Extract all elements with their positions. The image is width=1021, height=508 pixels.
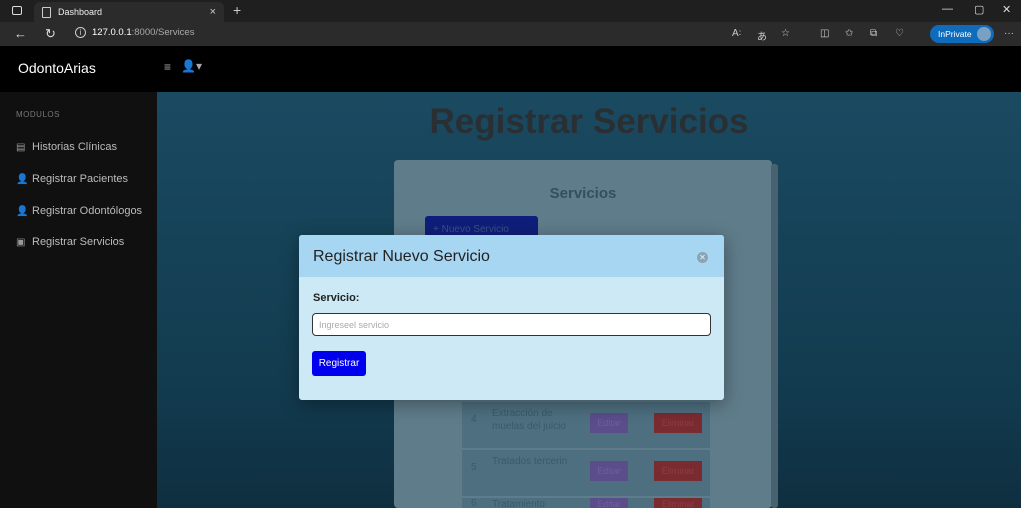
browser-tab-title: Dashboard: [58, 7, 103, 17]
book-icon: ▤: [16, 141, 26, 153]
modal-title: Registrar Nuevo Servicio: [313, 248, 490, 265]
user-plus-icon: 👤: [16, 205, 29, 217]
tab-close-icon[interactable]: ×: [210, 6, 216, 18]
back-icon[interactable]: ←: [14, 26, 27, 41]
url-host: 127.0.0.1: [92, 27, 132, 38]
translate-icon[interactable]: あ: [757, 28, 767, 43]
row-number: 4: [471, 414, 477, 425]
close-icon[interactable]: ✕: [697, 252, 708, 263]
clipboard-icon: ▣: [16, 236, 26, 248]
row-service-name: Tratados tercerin: [492, 456, 568, 467]
sidebar-item-label: Registrar Odontólogos: [32, 205, 143, 217]
row-service-name: Extracción de muelas del juicio: [492, 408, 566, 432]
card-scrollbar[interactable]: [771, 164, 778, 508]
minimize-icon[interactable]: —: [942, 3, 953, 15]
table-row: 4 Extracción de muelas del juicio Editar…: [462, 402, 710, 448]
collections-icon[interactable]: ⧉: [870, 28, 877, 39]
favorites-icon[interactable]: ✩: [845, 28, 853, 39]
user-plus-icon: 👤: [16, 173, 29, 185]
row-number: 5: [471, 462, 477, 473]
browser-tab-bar: Dashboard × + — ▢ ✕: [0, 0, 1021, 22]
user-dropdown-icon[interactable]: 👤▾: [181, 59, 202, 73]
brand-logo[interactable]: OdontoArias: [18, 60, 96, 76]
sidebar: MODULOS ▤ Historias Clínicas 👤 Registrar…: [0, 92, 157, 508]
read-aloud-icon[interactable]: A꞉: [732, 28, 741, 39]
table-row: 6 Tratamiento Editar Eliminar: [462, 498, 710, 508]
menu-toggle-icon[interactable]: ≡: [164, 60, 171, 74]
restore-icon[interactable]: ▢: [974, 3, 984, 16]
inprivate-badge[interactable]: InPrivate: [930, 25, 994, 43]
sidebar-item-label: Historias Clínicas: [32, 141, 117, 153]
sidebar-item-servicios[interactable]: ▣ Registrar Servicios: [16, 236, 124, 248]
delete-button[interactable]: Eliminar: [654, 498, 702, 508]
tab-actions-icon[interactable]: [12, 6, 22, 15]
page-title: Registrar Servicios: [429, 102, 749, 141]
address-bar-row: ← ↻ i 127.0.0.1 :8000/Services A꞉ あ ☆ ◫ …: [0, 22, 1021, 46]
service-field-label: Servicio:: [313, 292, 360, 304]
row-number: 6: [471, 498, 477, 508]
browser-essentials-icon[interactable]: ♡: [895, 28, 904, 39]
register-button[interactable]: Registrar: [312, 351, 366, 376]
page-icon: [42, 6, 51, 18]
site-info-icon[interactable]: i: [75, 27, 86, 38]
sidebar-item-historias[interactable]: ▤ Historias Clínicas: [16, 141, 117, 153]
sidebar-item-pacientes[interactable]: 👤 Registrar Pacientes: [16, 173, 128, 185]
new-tab-button[interactable]: +: [233, 2, 241, 18]
window-close-icon[interactable]: ✕: [1002, 3, 1011, 16]
delete-button[interactable]: Eliminar: [654, 413, 702, 433]
refresh-icon[interactable]: ↻: [45, 26, 56, 42]
row-service-name: Tratamiento: [492, 499, 545, 508]
sidebar-item-label: Registrar Pacientes: [32, 173, 128, 185]
sidebar-heading: MODULOS: [16, 110, 60, 119]
edit-button[interactable]: Editar: [590, 461, 628, 481]
url-path: :8000/Services: [131, 27, 195, 38]
sidebar-item-label: Registrar Servicios: [32, 236, 125, 248]
card-title: Servicios: [549, 185, 617, 202]
table-row: 5 Tratados tercerin Editar Eliminar: [462, 450, 710, 496]
edit-button[interactable]: Editar: [590, 413, 628, 433]
url-field[interactable]: i 127.0.0.1 :8000/Services: [75, 27, 194, 38]
more-options-icon[interactable]: ···: [1004, 28, 1014, 39]
profile-avatar: [977, 27, 991, 41]
modal-header: Registrar Nuevo Servicio ✕: [299, 235, 724, 277]
edit-button[interactable]: Editar: [590, 498, 628, 508]
split-screen-icon[interactable]: ◫: [820, 28, 829, 39]
register-service-modal: Registrar Nuevo Servicio ✕ Servicio: Reg…: [299, 235, 724, 400]
favorite-star-icon[interactable]: ☆: [781, 28, 790, 39]
browser-tab[interactable]: Dashboard ×: [34, 2, 224, 22]
inprivate-label: InPrivate: [938, 29, 972, 39]
service-name-input[interactable]: [312, 313, 711, 336]
app-navbar: OdontoArias ≡ 👤▾: [0, 46, 1021, 92]
sidebar-item-odontologos[interactable]: 👤 Registrar Odontólogos: [16, 205, 142, 217]
delete-button[interactable]: Eliminar: [654, 461, 702, 481]
